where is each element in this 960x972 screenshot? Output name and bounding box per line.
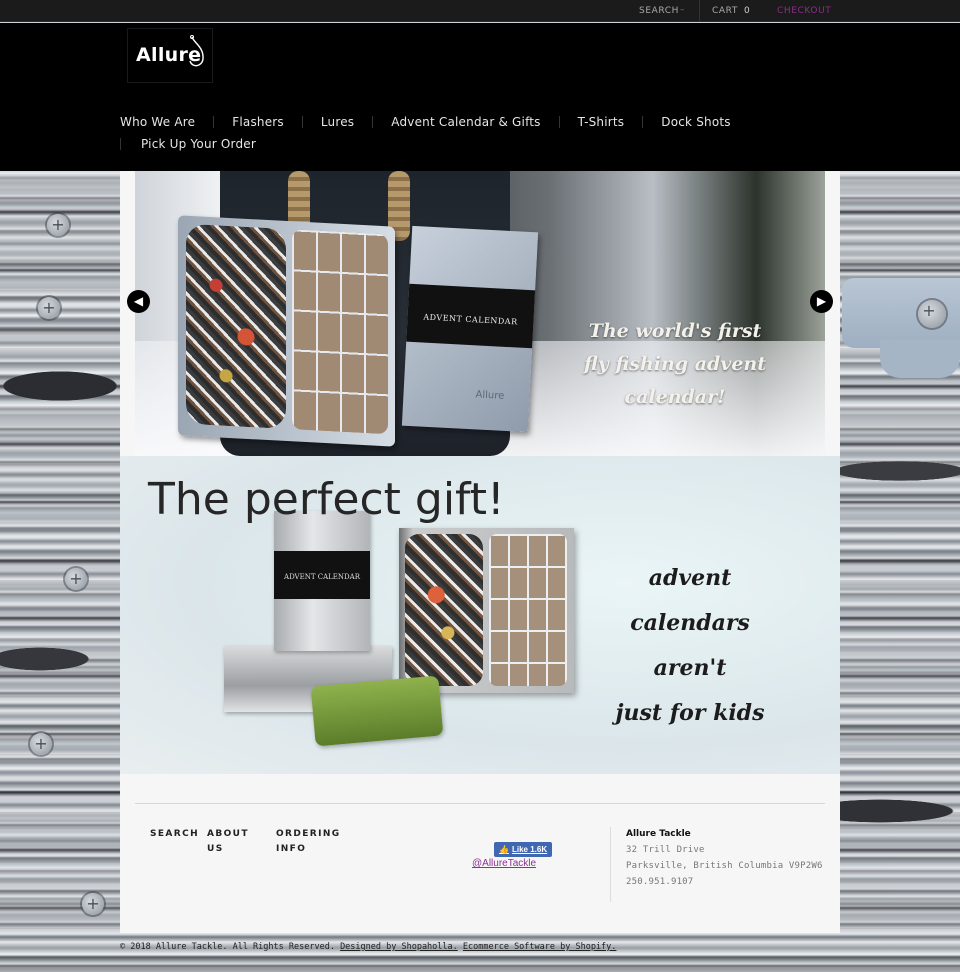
nav-t-shirts[interactable]: T-Shirts <box>578 115 625 129</box>
shopify-link[interactable]: Ecommerce Software by Shopify. <box>463 942 617 952</box>
screw-decoration <box>918 300 946 328</box>
store-address: Allure Tackle 32 Trill Drive Parksville,… <box>626 829 823 887</box>
promo-fly-box-left <box>405 534 483 686</box>
store-phone: 250.951.9107 <box>626 877 694 887</box>
nav-separator <box>213 116 215 128</box>
store-city: Parksville, British Columbia V9P2W6 <box>626 861 823 871</box>
nav-row-1: Who We Are Flashers Lures Advent Calenda… <box>120 111 740 133</box>
promo-title: The perfect gift! <box>148 474 505 525</box>
calendar-band: ADVENT CALENDAR <box>406 283 536 349</box>
nav-row-2: Pick Up Your Order <box>120 133 740 155</box>
copyright: © 2018 Allure Tackle. All Rights Reserve… <box>120 942 616 952</box>
store-name: Allure Tackle <box>626 829 691 839</box>
nav-who-we-are[interactable]: Who We Are <box>120 115 195 129</box>
slider-next-button[interactable]: ▶ <box>810 290 833 313</box>
slide-caption-line-1: The world's first <box>588 320 762 342</box>
facebook-handle-link[interactable]: @AllureTackle <box>472 858 536 869</box>
search-link[interactable]: SEARCH <box>639 6 679 16</box>
facebook-like-button[interactable]: 👍 Like 1.6K <box>494 842 553 857</box>
advent-calendar-box-image: ADVENT CALENDAR Allure <box>401 225 539 433</box>
promo-caption: advent calendars aren't just for kids <box>590 556 790 736</box>
footer-link-ordering-info[interactable]: ORDERING INFO <box>276 827 341 857</box>
calendar-brand: Allure <box>475 389 505 402</box>
screw-decoration <box>38 297 60 319</box>
fb-like-count: 1.6K <box>530 845 548 854</box>
cart-count: 0 <box>744 6 751 16</box>
screw-decoration <box>30 733 52 755</box>
footer-link-search[interactable]: SEARCH <box>150 827 199 842</box>
slide-caption-line-2: fly fishing advent calendar! <box>583 353 767 408</box>
fly-box-right-panel <box>292 229 388 435</box>
arrow-right-icon: ▶ <box>816 294 827 308</box>
arrow-left-icon: ◀ <box>133 294 144 308</box>
nav-advent-calendar-gifts[interactable]: Advent Calendar & Gifts <box>391 115 540 129</box>
nav-flashers[interactable]: Flashers <box>232 115 284 129</box>
footer-divider <box>135 803 825 804</box>
footer-vertical-divider <box>610 827 611 902</box>
nav-separator <box>301 116 303 128</box>
footer-link-about-us[interactable]: ABOUT US <box>207 827 249 857</box>
nav-lures[interactable]: Lures <box>321 115 354 129</box>
main-content: ADVENT CALENDAR Allure The world's first… <box>120 171 840 933</box>
screw-decoration <box>65 568 87 590</box>
hero-slider[interactable]: ADVENT CALENDAR Allure The world's first… <box>135 171 825 456</box>
cart-link[interactable]: CART <box>712 6 738 16</box>
nav-separator <box>642 116 644 128</box>
promo-banner[interactable]: The perfect gift! ADVENT CALENDAR advent… <box>120 456 840 774</box>
promo-fly-box-right <box>489 534 567 686</box>
open-fly-box-image <box>178 215 395 447</box>
fb-like-label: Like <box>511 845 528 854</box>
nav-separator <box>558 116 560 128</box>
fly-box-left-panel <box>186 223 286 429</box>
search-dropdown-icon[interactable]: – <box>680 5 685 15</box>
promo-fly-box-image <box>399 528 574 693</box>
slide-caption: The world's first fly fishing advent cal… <box>535 315 815 414</box>
standing-tin-image: ADVENT CALENDAR <box>274 511 370 651</box>
site-header: Allure Who We Are Flashers Lures Advent … <box>0 23 960 171</box>
store-street: 32 Trill Drive <box>626 845 705 855</box>
designer-link[interactable]: Designed by Shopaholla. <box>340 942 458 952</box>
fish-hook-icon <box>189 35 204 67</box>
green-fly-box-image <box>310 675 444 747</box>
thumbs-up-icon: 👍 <box>499 845 509 854</box>
checkout-link[interactable]: CHECKOUT <box>777 6 831 16</box>
nav-pick-up-your-order[interactable]: Pick Up Your Order <box>141 137 256 151</box>
nav-separator <box>120 138 121 150</box>
promo-caption-line-1: advent calendars <box>630 565 750 636</box>
screw-decoration <box>82 893 104 915</box>
copyright-text: © 2018 Allure Tackle. All Rights Reserve… <box>120 942 335 952</box>
main-nav: Who We Are Flashers Lures Advent Calenda… <box>120 111 740 155</box>
slider-prev-button[interactable]: ◀ <box>127 290 150 313</box>
promo-caption-line-2: aren't <box>653 655 727 681</box>
dock-cleat-base <box>880 340 960 378</box>
nav-separator <box>372 116 374 128</box>
screw-decoration <box>47 214 69 236</box>
promo-caption-line-3: just for kids <box>615 700 765 726</box>
top-bar: SEARCH – CART 0 CHECKOUT <box>0 0 960 22</box>
logo[interactable]: Allure <box>127 28 213 83</box>
nav-dock-shots[interactable]: Dock Shots <box>661 115 730 129</box>
topbar-divider <box>699 0 700 22</box>
tin-band: ADVENT CALENDAR <box>274 551 370 599</box>
